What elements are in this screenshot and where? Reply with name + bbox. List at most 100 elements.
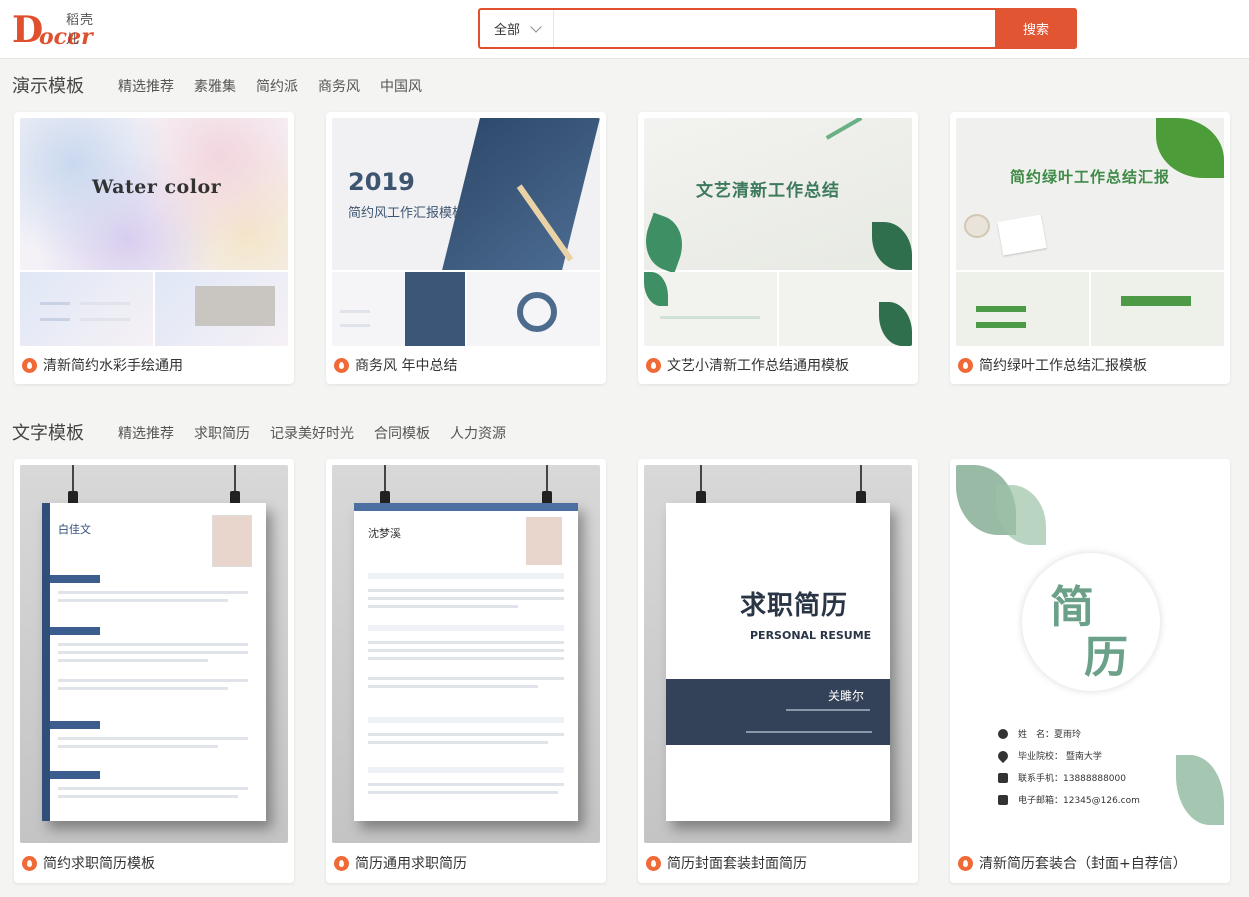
profile-photo (526, 517, 562, 565)
document-page: 白佳文 (42, 503, 266, 821)
thumbnail-sub-slide (644, 272, 777, 346)
cover-info-school: 毕业院校： 暨南大学 (1018, 752, 1102, 762)
tab-doc-hr[interactable]: 人力资源 (450, 423, 506, 443)
resume-name: 白佳文 (58, 523, 91, 536)
thumbnail-sub-slide (1091, 272, 1224, 346)
profile-photo (212, 515, 252, 567)
docer-flame-icon (22, 855, 37, 871)
card-title: 简历封面套装封面简历 (646, 853, 807, 873)
document-page: 简 历 姓 名：夏雨玲 毕业院校： 暨南大学 联系手机：13888888000 … (956, 465, 1224, 843)
thumbnail-sub-slide (332, 272, 465, 346)
template-thumbnail[interactable]: 文艺清新工作总结 (644, 118, 912, 346)
docer-flame-icon (646, 855, 661, 871)
chevron-down-icon (530, 21, 542, 33)
template-card[interactable]: 文艺清新工作总结 文艺小清新工作总结通用模板 (638, 112, 918, 384)
document-page: 求职简历 PERSONAL RESUME 关雎尔 (666, 503, 890, 821)
template-card[interactable]: 2019 简约风工作汇报模板 商务风 年中总结 (326, 112, 606, 384)
search-input[interactable] (556, 10, 996, 47)
thumbnail-title: Water color (92, 176, 222, 198)
thumbnail-sub-slide (20, 272, 153, 346)
card-title-text: 文艺小清新工作总结通用模板 (667, 358, 849, 374)
tab-ppt-minimal[interactable]: 简约派 (256, 76, 298, 96)
tab-ppt-business[interactable]: 商务风 (318, 76, 360, 96)
cover-circle: 简 历 (1022, 553, 1160, 691)
docer-logo[interactable]: D ocer 稻壳儿 (12, 8, 104, 49)
section-title-doc: 文字模板 (12, 423, 84, 444)
binder-clip-icon (542, 465, 552, 505)
docer-flame-icon (334, 855, 349, 871)
location-icon (995, 748, 1011, 764)
user-icon (998, 729, 1008, 739)
thumbnail-main-slide: 2019 简约风工作汇报模板 (332, 118, 600, 270)
card-title: 清新简约水彩手绘通用 (22, 355, 183, 375)
card-title-text: 清新简历套装合（封面+自荐信） (979, 856, 1187, 872)
thumbnail-title: 文艺清新工作总结 (696, 181, 840, 201)
binder-clip-icon (856, 465, 866, 505)
template-thumbnail[interactable]: 求职简历 PERSONAL RESUME 关雎尔 (644, 465, 912, 843)
cover-info-phone: 联系手机：13888888000 (1018, 774, 1126, 784)
logo-chinese: 稻壳儿 (66, 13, 95, 47)
top-header: D ocer 稻壳儿 全部 搜索 (0, 0, 1249, 59)
docer-flame-icon (22, 357, 37, 373)
card-title: 简历通用求职简历 (334, 853, 467, 873)
card-title: 简约求职简历模板 (22, 853, 155, 873)
thumbnail-title: 简约绿叶工作总结汇报 (1010, 168, 1171, 186)
binder-clip-icon (380, 465, 390, 505)
tab-doc-featured[interactable]: 精选推荐 (118, 423, 174, 443)
template-card[interactable]: 求职简历 PERSONAL RESUME 关雎尔 简历封面套装封面简历 (638, 459, 918, 883)
tab-ppt-chinese[interactable]: 中国风 (380, 76, 422, 96)
section-title-ppt: 演示模板 (12, 76, 84, 97)
card-title: 商务风 年中总结 (334, 355, 457, 375)
thumbnail-year: 2019 (348, 168, 415, 196)
thumbnail-sub-slide (155, 272, 288, 346)
email-icon (998, 795, 1008, 805)
card-title: 文艺小清新工作总结通用模板 (646, 355, 849, 375)
binder-clip-icon (230, 465, 240, 505)
resume-name: 沈梦溪 (368, 527, 401, 540)
template-card[interactable]: 简 历 姓 名：夏雨玲 毕业院校： 暨南大学 联系手机：13888888000 … (950, 459, 1230, 883)
search-scope-label: 全部 (494, 23, 521, 38)
thumbnail-main-slide: 文艺清新工作总结 (644, 118, 912, 274)
tab-doc-resume[interactable]: 求职简历 (194, 423, 250, 443)
thumbnail-main-slide: 简约绿叶工作总结汇报 (956, 118, 1224, 270)
phone-icon (998, 773, 1008, 783)
thumbnail-sub-slide (956, 272, 1089, 346)
cover-info-name: 姓 名：夏雨玲 (1018, 730, 1082, 740)
thumbnail-sub-slide (467, 272, 600, 346)
template-card[interactable]: 沈梦溪 简历通用求职简历 (326, 459, 606, 883)
tab-doc-memories[interactable]: 记录美好时光 (270, 423, 354, 443)
tab-doc-contract[interactable]: 合同模板 (374, 423, 430, 443)
template-thumbnail[interactable]: Water color (20, 118, 288, 346)
cover-subtitle: PERSONAL RESUME (750, 629, 872, 642)
docer-flame-icon (958, 357, 973, 373)
cover-char: 历 (1084, 632, 1128, 683)
card-title-text: 商务风 年中总结 (355, 358, 458, 374)
section-tabs-doc: 精选推荐 求职简历 记录美好时光 合同模板 人力资源 (118, 423, 506, 443)
card-title-text: 清新简约水彩手绘通用 (43, 358, 183, 374)
cover-info-email: 电子邮箱：12345@126.com (1018, 796, 1140, 806)
card-title-text: 简历封面套装封面简历 (667, 856, 807, 872)
tab-ppt-featured[interactable]: 精选推荐 (118, 76, 174, 96)
card-title-text: 简历通用求职简历 (355, 856, 467, 872)
cover-name: 关雎尔 (828, 689, 865, 703)
thumbnail-sub-slide (779, 272, 912, 346)
template-card[interactable]: 白佳文 简约求职简历模板 (14, 459, 294, 883)
template-card[interactable]: 简约绿叶工作总结汇报 简约绿叶工作总结汇报模板 (950, 112, 1230, 384)
card-title: 简约绿叶工作总结汇报模板 (958, 355, 1147, 375)
section-tabs-ppt: 精选推荐 素雅集 简约派 商务风 中国风 (118, 76, 422, 96)
search-button[interactable]: 搜索 (995, 8, 1077, 49)
template-thumbnail[interactable]: 白佳文 (20, 465, 288, 843)
tab-ppt-elegant[interactable]: 素雅集 (194, 76, 236, 96)
docer-flame-icon (958, 855, 973, 871)
binder-clip-icon (68, 465, 78, 505)
template-thumbnail[interactable]: 简 历 姓 名：夏雨玲 毕业院校： 暨南大学 联系手机：13888888000 … (956, 465, 1224, 843)
template-card[interactable]: Water color 清新简约水彩手绘通用 (14, 112, 294, 384)
card-title-text: 简约求职简历模板 (43, 856, 155, 872)
template-thumbnail[interactable]: 沈梦溪 (332, 465, 600, 843)
binder-clip-icon (696, 465, 706, 505)
search-scope-select[interactable]: 全部 (480, 10, 554, 47)
template-thumbnail[interactable]: 简约绿叶工作总结汇报 (956, 118, 1224, 346)
template-thumbnail[interactable]: 2019 简约风工作汇报模板 (332, 118, 600, 346)
docer-flame-icon (646, 357, 661, 373)
thumbnail-title: 简约风工作汇报模板 (348, 206, 466, 221)
